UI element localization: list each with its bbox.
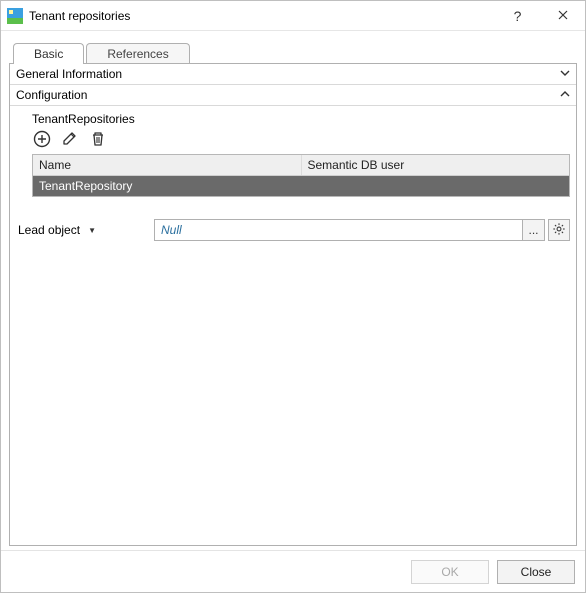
window-title: Tenant repositories — [29, 9, 130, 23]
table-row[interactable]: TenantRepository — [33, 176, 569, 196]
plus-circle-icon — [33, 130, 51, 151]
close-label: Close — [521, 565, 552, 579]
tab-panel: General Information Configuration Tenant… — [9, 63, 577, 546]
config-subtitle: TenantRepositories — [32, 110, 570, 130]
config-toolbar — [32, 130, 570, 154]
tab-references[interactable]: References — [86, 43, 189, 64]
tab-strip: Basic References — [13, 39, 577, 63]
ok-label: OK — [441, 565, 458, 579]
trash-icon — [89, 130, 107, 151]
content-area: Basic References General Information Con… — [1, 31, 585, 550]
help-icon: ? — [514, 8, 522, 24]
tab-references-label: References — [107, 47, 168, 61]
section-config-header[interactable]: Configuration — [10, 85, 576, 106]
tab-basic-label: Basic — [34, 47, 63, 61]
cell-name: TenantRepository — [33, 176, 301, 196]
dialog-footer: OK Close — [1, 550, 585, 592]
chevron-up-icon — [560, 88, 570, 102]
ellipsis-icon: ... — [528, 223, 538, 237]
pencil-icon — [61, 130, 79, 151]
repositories-table: Name Semantic DB user TenantRepository — [32, 154, 570, 197]
delete-button[interactable] — [88, 130, 108, 150]
window-close-button[interactable] — [540, 1, 585, 31]
gear-icon — [552, 222, 566, 239]
col-db[interactable]: Semantic DB user — [302, 155, 570, 175]
lead-object-label-group[interactable]: Lead object ▼ — [16, 223, 144, 237]
lead-object-input-wrap: ... — [154, 219, 570, 241]
chevron-down-icon — [560, 67, 570, 81]
close-button[interactable]: Close — [497, 560, 575, 584]
section-general-header[interactable]: General Information — [10, 64, 576, 85]
add-button[interactable] — [32, 130, 52, 150]
edit-button[interactable] — [60, 130, 80, 150]
lead-object-row: Lead object ▼ ... — [10, 219, 576, 241]
titlebar: Tenant repositories ? — [1, 1, 585, 31]
lead-object-field[interactable] — [154, 219, 523, 241]
settings-button[interactable] — [548, 219, 570, 241]
table-header: Name Semantic DB user — [33, 155, 569, 176]
dialog-window: Tenant repositories ? Basic References G… — [0, 0, 586, 593]
dropdown-triangle-icon: ▼ — [88, 226, 96, 235]
table-body: TenantRepository — [33, 176, 569, 196]
browse-button[interactable]: ... — [523, 219, 545, 241]
cell-db — [301, 176, 569, 196]
config-body: TenantRepositories — [10, 106, 576, 205]
ok-button: OK — [411, 560, 489, 584]
close-icon — [558, 9, 568, 23]
col-name[interactable]: Name — [33, 155, 302, 175]
lead-object-label: Lead object — [18, 223, 80, 237]
app-icon — [7, 8, 23, 24]
tab-basic[interactable]: Basic — [13, 43, 84, 64]
help-button[interactable]: ? — [495, 1, 540, 31]
section-general-title: General Information — [16, 67, 122, 81]
section-config-title: Configuration — [16, 88, 87, 102]
